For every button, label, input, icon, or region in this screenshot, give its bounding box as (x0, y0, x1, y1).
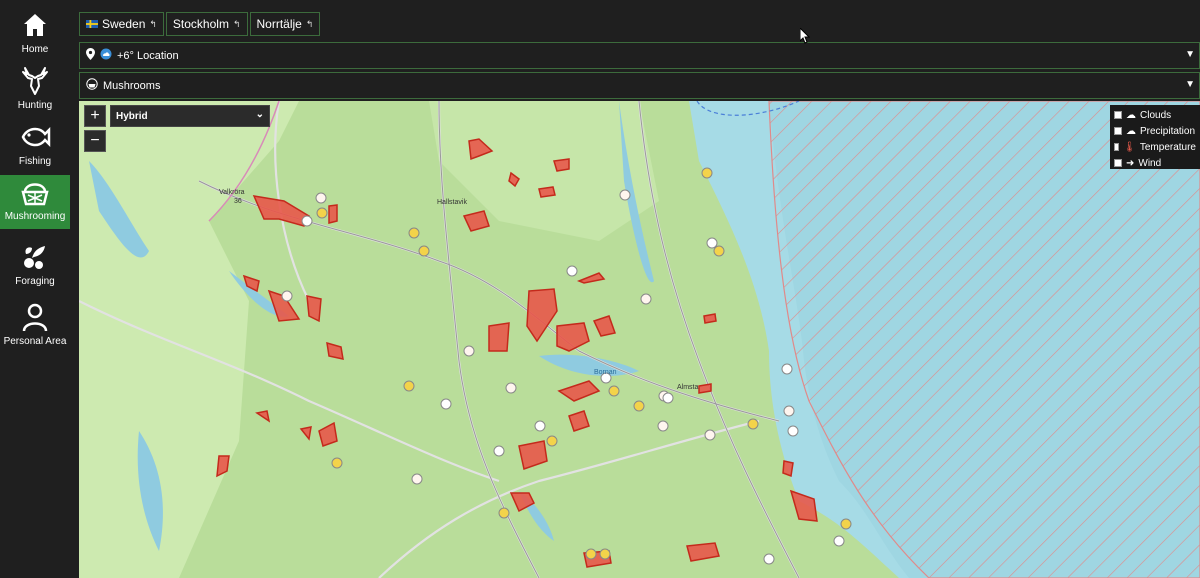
person-icon (18, 300, 52, 334)
app-window: Home Hunting Fishing Mushrooming Foragin… (0, 0, 1200, 578)
checkbox[interactable] (1114, 159, 1122, 167)
location-select[interactable]: +6° Location ▼ (79, 42, 1200, 69)
map-view[interactable]: Valkröra 36 Hallstavik Almsta Bornan + −… (79, 101, 1200, 578)
checkbox[interactable] (1114, 111, 1122, 119)
map-pin-icon (86, 48, 95, 63)
sidebar: Home Hunting Fishing Mushrooming Foragin… (0, 0, 78, 578)
dropdown-arrow-icon: ▼ (1185, 49, 1195, 60)
cloud-icon: ☁ (1126, 109, 1136, 121)
sidebar-item-label: Home (21, 44, 49, 55)
fish-icon (18, 120, 52, 154)
checkbox[interactable] (1114, 127, 1122, 135)
weather-layer-temperature[interactable]: 🌡 Temperature (1114, 139, 1196, 155)
weather-layer-precipitation[interactable]: ☁ Precipitation (1114, 123, 1196, 139)
sidebar-item-fishing[interactable]: Fishing (0, 120, 70, 174)
crumb-country[interactable]: Sweden ↰ (79, 12, 164, 36)
sidebar-item-label: Mushrooming (4, 211, 66, 222)
berries-icon (18, 240, 52, 274)
mushroom-basket-icon (18, 175, 52, 209)
zoom-out-button[interactable]: − (84, 130, 106, 152)
sidebar-item-label: Hunting (17, 100, 53, 111)
dropdown-arrow-icon: ▼ (1185, 79, 1195, 90)
place-label: Almsta (677, 384, 699, 391)
wind-icon: ➜ (1126, 157, 1135, 169)
place-label: Valkröra (219, 189, 245, 196)
category-select[interactable]: Mushrooms ▼ (79, 72, 1200, 99)
turn-arrow-icon: ↰ (232, 18, 241, 29)
sweden-flag-icon (86, 17, 98, 31)
place-label: Hallstavik (437, 199, 467, 206)
sidebar-item-label: Personal Area (3, 336, 67, 347)
checkbox[interactable] (1114, 143, 1120, 151)
thermometer-icon: 🌡 (1123, 141, 1136, 153)
chevron-down-icon: ⌄ (255, 109, 264, 120)
crumb-municipality[interactable]: Norrtälje ↰ (249, 12, 321, 36)
sidebar-item-label: Fishing (18, 156, 52, 167)
weather-layers-panel: ☁ Clouds ☁ Precipitation 🌡 Temperature ➜… (1110, 105, 1200, 169)
mouse-cursor-icon (800, 28, 810, 44)
breadcrumb: Sweden ↰ Stockholm ↰ Norrtälje ↰ (79, 12, 321, 36)
sidebar-item-foraging[interactable]: Foraging (0, 240, 70, 294)
lake-label: Bornan (594, 369, 617, 376)
turn-arrow-icon: ↰ (149, 18, 157, 29)
sidebar-item-hunting[interactable]: Hunting (0, 64, 70, 118)
mushroom-basket-icon (86, 78, 98, 93)
sidebar-item-home[interactable]: Home (0, 8, 70, 62)
sidebar-item-mushrooming[interactable]: Mushrooming (0, 175, 70, 229)
weather-layer-wind[interactable]: ➜ Wind (1114, 155, 1196, 171)
sidebar-item-label: Foraging (15, 276, 55, 287)
sidebar-item-personal-area[interactable]: Personal Area (0, 300, 70, 354)
rain-cloud-icon: ☁ (1126, 125, 1136, 137)
map-canvas (79, 101, 1200, 578)
map-layer-select[interactable]: Hybrid ⌄ (110, 105, 270, 127)
road-number-label: 36 (234, 198, 242, 205)
turn-arrow-icon: ↰ (305, 18, 314, 29)
crumb-region[interactable]: Stockholm ↰ (165, 12, 248, 36)
home-icon (18, 8, 52, 42)
zoom-in-button[interactable]: + (84, 105, 106, 127)
weather-icon (100, 48, 112, 63)
weather-layer-clouds[interactable]: ☁ Clouds (1114, 107, 1196, 123)
deer-icon (18, 64, 52, 98)
